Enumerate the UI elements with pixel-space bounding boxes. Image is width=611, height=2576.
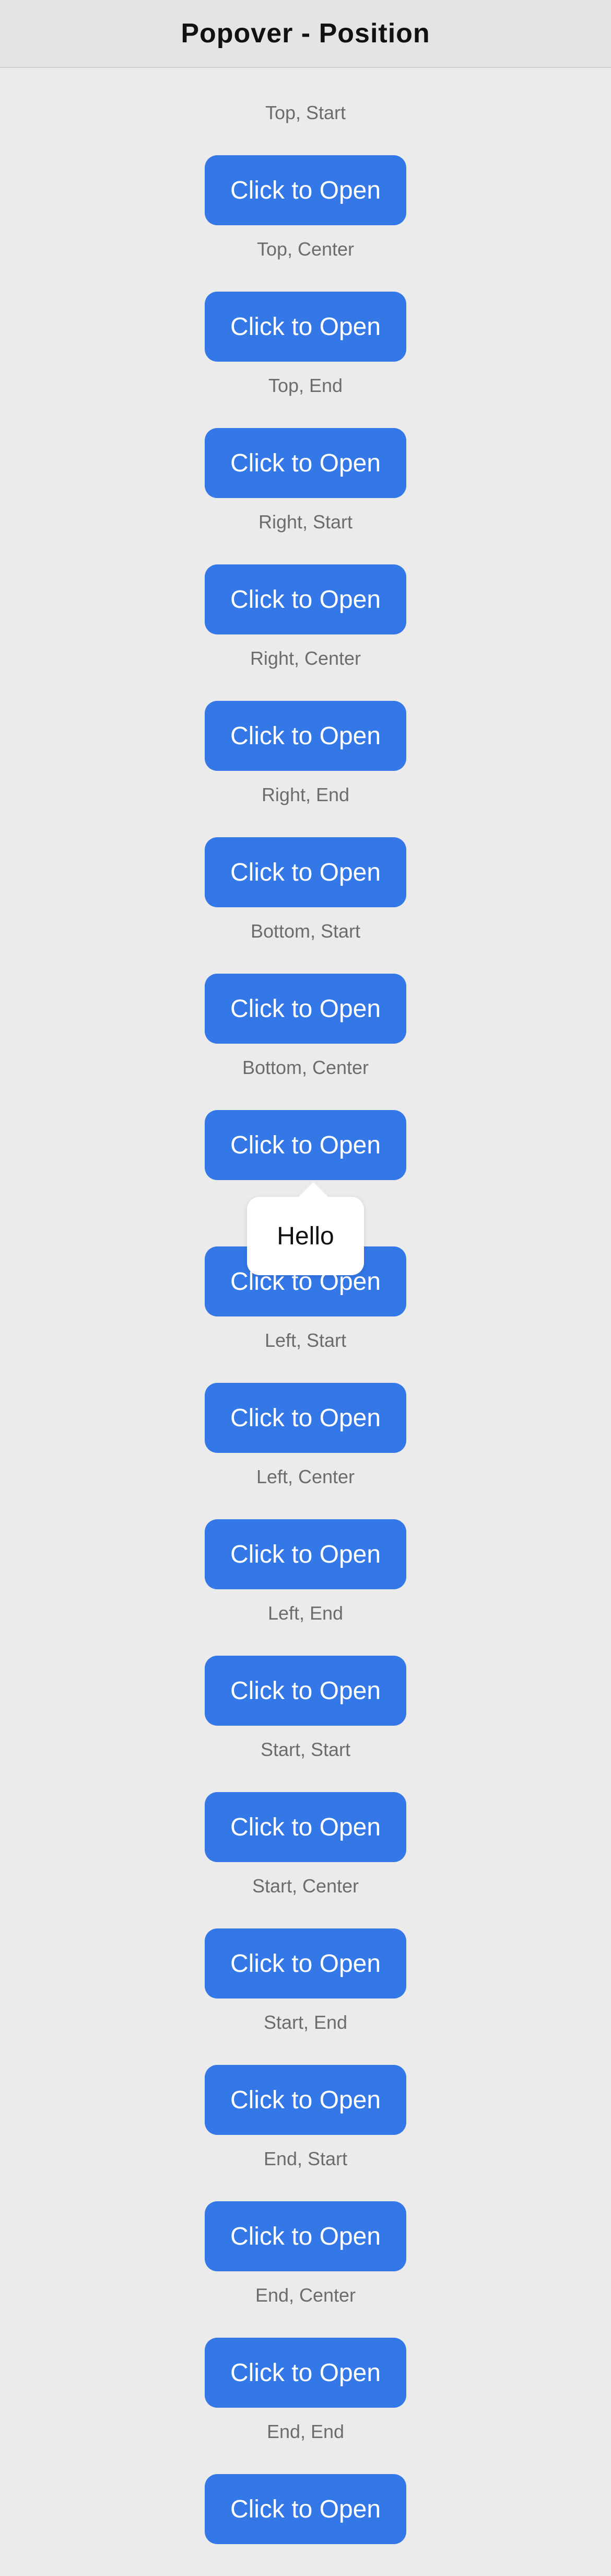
list-item: Start, Center Click to Open [0, 1841, 611, 1999]
popover[interactable]: Hello [247, 1197, 364, 1275]
page-title: Popover - Position [181, 18, 430, 49]
open-popover-button[interactable]: Click to Open [205, 2474, 406, 2544]
position-label: Left, Center [256, 1466, 355, 1487]
list-item: Top, Start Click to Open [0, 68, 611, 225]
position-label: Start, Start [260, 1739, 351, 1760]
list-item: Start, Start Click to Open [0, 1705, 611, 1862]
list-item: Top, End Click to Open [0, 341, 611, 498]
list-item: End, Center Click to Open [0, 2250, 611, 2408]
list-item: End, Start Click to Open [0, 2114, 611, 2271]
position-label: End, Center [255, 2284, 356, 2306]
list-item: Left, Center Click to Open [0, 1432, 611, 1589]
list-item: Left, End Click to Open [0, 1568, 611, 1726]
position-label: Right, End [261, 784, 350, 805]
popover-content: Hello [277, 1222, 334, 1250]
list-item: Right, Center Click to Open [0, 614, 611, 771]
list-item: Start, End Click to Open [0, 1978, 611, 2135]
position-label: Top, Center [256, 238, 355, 260]
position-label: End, End [266, 2421, 345, 2442]
position-label: Top, End [268, 375, 343, 396]
list-item: Right, End Click to Open [0, 750, 611, 907]
list-item: Bottom, Start Click to Open [0, 886, 611, 1044]
list-item: End, End Click to Open [0, 2387, 611, 2544]
list-item: Top, Center Click to Open [0, 204, 611, 362]
app-header: Popover - Position [0, 0, 611, 68]
position-label: Bottom, Center [242, 1057, 369, 1078]
position-label: Left, End [267, 1602, 344, 1624]
list-item: Bottom, Center Click to Open [0, 1023, 611, 1180]
position-label: Bottom, Start [250, 920, 361, 942]
position-label: Start, End [263, 2012, 348, 2033]
position-label: Right, Center [250, 648, 361, 669]
position-label: Left, Start [264, 1330, 347, 1351]
list-item: Right, Start Click to Open [0, 477, 611, 634]
popover-arrow [298, 1182, 329, 1198]
position-label: Start, Center [252, 1875, 359, 1897]
position-label: Right, Start [258, 511, 353, 533]
list-item: Left, Start Click to Open [0, 1296, 611, 1453]
position-label: End, Start [263, 2148, 348, 2169]
position-label: Top, Start [265, 102, 346, 123]
